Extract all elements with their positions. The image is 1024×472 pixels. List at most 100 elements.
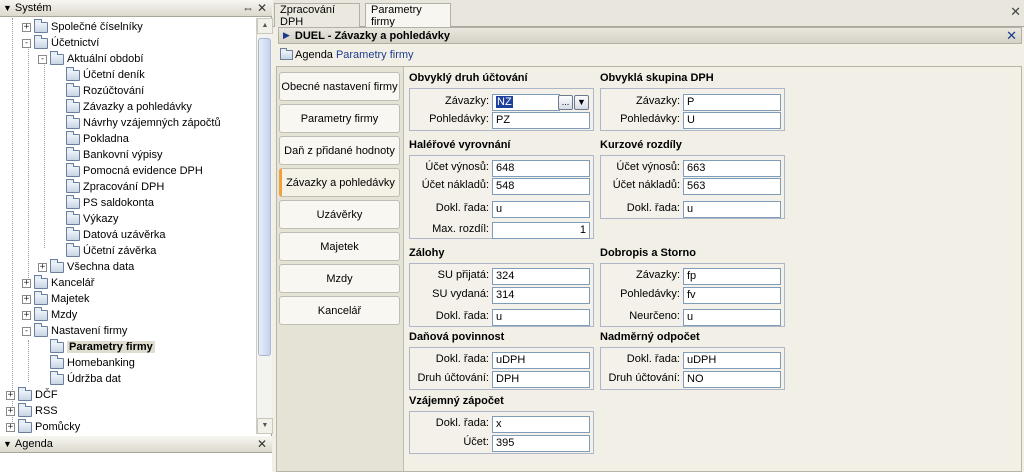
scroll-down-icon[interactable]: ▼ (257, 418, 273, 434)
tree-item-label: Majetek (51, 293, 90, 305)
halerove-max-input[interactable]: 1 (492, 222, 590, 239)
tab-zpracovani-dph[interactable]: Zpracování DPH (274, 3, 360, 28)
tree-item[interactable]: Bankovní výpisy (54, 146, 163, 163)
tree-item[interactable]: + Mzdy (22, 306, 77, 323)
zalohy-vydana-input[interactable]: 314 (492, 287, 590, 304)
folder-icon (18, 402, 32, 417)
field-label: Pohledávky: (620, 288, 680, 300)
side-tab[interactable]: Majetek (279, 232, 400, 261)
close-icon[interactable]: ✕ (1010, 4, 1021, 20)
tree-item[interactable]: Datová uzávěrka (54, 226, 166, 243)
side-tab[interactable]: Obecné nastavení firmy (279, 72, 400, 101)
kurzove-nakladu-input[interactable]: 563 (683, 178, 781, 195)
pohledavky-druh-input[interactable]: PZ (492, 112, 590, 129)
expand-icon[interactable]: + (6, 422, 15, 432)
collapse-chevron-icon[interactable]: ▼ (3, 3, 12, 13)
vzajemny-ucet-input[interactable]: 395 (492, 435, 590, 452)
tree-item[interactable]: + RSS (6, 402, 58, 419)
tree-item[interactable]: Homebanking (38, 354, 135, 371)
section-title-halerove: Haléřové vyrovnání (409, 139, 511, 151)
halerove-nakladu-input[interactable]: 548 (492, 178, 590, 195)
tree-item[interactable]: Parametry firmy (38, 338, 155, 355)
side-tab[interactable]: Parametry firmy (279, 104, 400, 133)
folder-icon (34, 18, 48, 33)
danova-rada-input[interactable]: uDPH (492, 352, 590, 369)
breadcrumb-link[interactable]: Parametry firmy (336, 49, 414, 61)
tree-item[interactable]: Návrhy vzájemných zápočtů (54, 114, 221, 131)
tree-scrollbar[interactable]: ▲ ▼ (256, 18, 273, 434)
side-tab[interactable]: Mzdy (279, 264, 400, 293)
browse-button[interactable]: ... (558, 95, 573, 110)
kurzove-vynosu-input[interactable]: 663 (683, 160, 781, 177)
tree-item[interactable]: Účetní deník (54, 66, 145, 83)
tree-item[interactable]: Závazky a pohledávky (54, 98, 192, 115)
resize-arrows-icon[interactable]: ⇔ (242, 1, 254, 15)
field-label: Účet výnosů: (616, 161, 680, 173)
expand-icon[interactable]: + (6, 390, 15, 400)
halerove-rada-input[interactable]: u (492, 201, 590, 218)
side-tab[interactable]: Uzávěrky (279, 200, 400, 229)
tree-item[interactable]: Výkazy (54, 210, 118, 227)
scroll-up-icon[interactable]: ▲ (257, 18, 273, 34)
expand-icon[interactable]: + (6, 406, 15, 416)
dobropis-zavazky-input[interactable]: fp (683, 268, 781, 285)
field-label: Dokl. řada: (626, 202, 680, 214)
tree-item[interactable]: + DČF (6, 386, 58, 403)
nadmerny-rada-input[interactable]: uDPH (683, 352, 781, 369)
tree-item[interactable]: Údržba dat (38, 370, 121, 387)
tree-item-label: Bankovní výpisy (83, 149, 163, 161)
side-tab[interactable]: Daň z přidané hodnoty (279, 136, 400, 165)
folder-icon (66, 242, 80, 257)
nadmerny-druh-input[interactable]: NO (683, 371, 781, 388)
tree-item[interactable]: + Majetek (22, 290, 90, 307)
pohledavky-skupina-input[interactable]: U (683, 112, 781, 129)
tree-item[interactable]: - Účetnictví (22, 34, 99, 51)
dobropis-neurceno-input[interactable]: u (683, 309, 781, 326)
danova-druh-input[interactable]: DPH (492, 371, 590, 388)
collapse-icon[interactable]: - (22, 326, 31, 336)
halerove-vynosu-input[interactable]: 648 (492, 160, 590, 177)
navigation-tree: + Společné číselníky - Účetnictví - Aktuální … (0, 18, 256, 434)
close-form-icon[interactable]: ✕ (1006, 28, 1017, 44)
tree-item[interactable]: + Kancelář (22, 274, 94, 291)
folder-icon (66, 226, 80, 241)
tab-parametry-firmy[interactable]: Parametry firmy (365, 3, 451, 28)
close-icon[interactable]: ✕ (257, 437, 267, 451)
collapse-chevron-icon[interactable]: ▼ (3, 439, 12, 449)
side-tab[interactable]: Kancelář (279, 296, 400, 325)
tree-item[interactable]: Pomocná evidence DPH (54, 162, 203, 179)
tree-item[interactable]: - Nastavení firmy (22, 322, 127, 339)
section-title-dobropis: Dobropis a Storno (600, 247, 696, 259)
zalohy-rada-input[interactable]: u (492, 309, 590, 326)
system-panel-header: ▼ Systém ⇔ ✕ (0, 0, 272, 17)
breadcrumb: Agenda Parametry firmy (280, 47, 414, 63)
tree-item[interactable]: PS saldokonta (54, 194, 154, 211)
tree-item[interactable]: - Aktuální období (38, 50, 143, 67)
tree-item[interactable]: Účetní závěrka (54, 242, 156, 259)
kurzove-rada-input[interactable]: u (683, 201, 781, 218)
tree-item[interactable]: Pokladna (54, 130, 129, 147)
expand-icon[interactable]: + (38, 262, 47, 272)
scroll-thumb[interactable] (258, 38, 271, 356)
dobropis-pohledavky-input[interactable]: fv (683, 287, 781, 304)
collapse-icon[interactable]: - (22, 38, 31, 48)
tree-item-label: RSS (35, 405, 58, 417)
tree-item[interactable]: + Pomůcky (6, 418, 80, 434)
tree-item[interactable]: + Všechna data (38, 258, 134, 275)
zavazky-skupina-input[interactable]: P (683, 94, 781, 111)
vzajemny-rada-input[interactable]: x (492, 416, 590, 433)
dropdown-arrow-icon[interactable]: ▼ (574, 95, 589, 110)
collapse-icon[interactable]: - (38, 54, 47, 64)
tree-item[interactable]: Rozúčtování (54, 82, 144, 99)
expand-icon[interactable]: + (22, 278, 31, 288)
zalohy-prijata-input[interactable]: 324 (492, 268, 590, 285)
expand-icon[interactable]: + (22, 294, 31, 304)
zavazky-druh-input[interactable]: NZ (492, 94, 560, 111)
tree-item[interactable]: Zpracování DPH (54, 178, 164, 195)
field-label: Závazky: (635, 95, 680, 107)
tree-item[interactable]: + Společné číselníky (22, 18, 143, 35)
side-tab[interactable]: Závazky a pohledávky (279, 168, 400, 197)
expand-icon[interactable]: + (22, 22, 31, 32)
expand-icon[interactable]: + (22, 310, 31, 320)
close-icon[interactable]: ✕ (257, 1, 267, 15)
